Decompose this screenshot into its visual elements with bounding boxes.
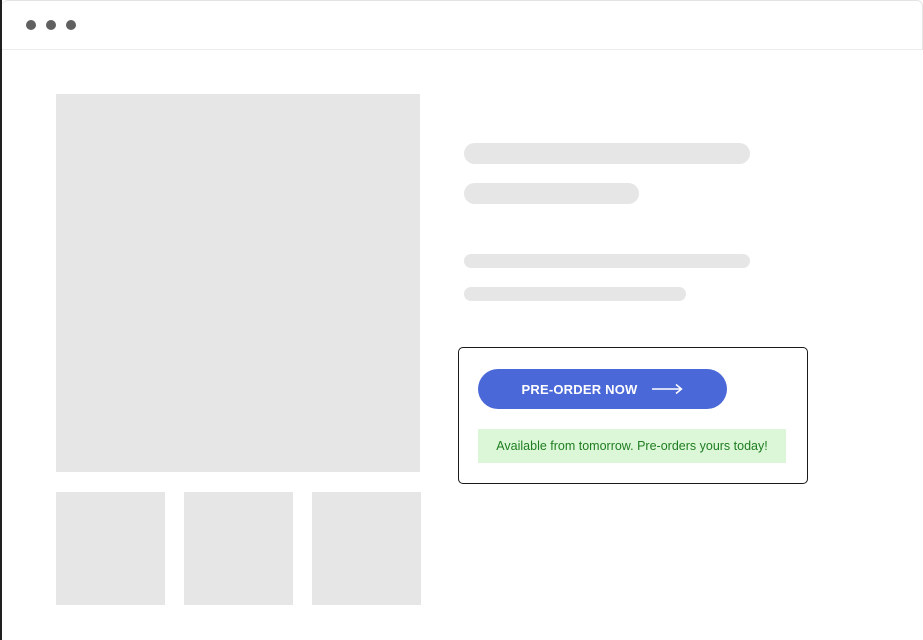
- window-control-dot[interactable]: [26, 20, 36, 30]
- window-control-dot[interactable]: [46, 20, 56, 30]
- browser-window: PRE-ORDER NOW Available from tomorrow. P…: [0, 0, 923, 640]
- window-titlebar: [2, 0, 923, 50]
- product-thumbnail-placeholder[interactable]: [184, 492, 293, 605]
- preorder-button-label: PRE-ORDER NOW: [521, 381, 638, 397]
- description-line-placeholder: [464, 254, 750, 268]
- product-thumbnail-placeholder[interactable]: [56, 492, 165, 605]
- product-thumbnail-placeholder[interactable]: [312, 492, 421, 605]
- window-control-dot[interactable]: [66, 20, 76, 30]
- availability-notice: Available from tomorrow. Pre-orders your…: [478, 429, 786, 463]
- availability-text: Available from tomorrow. Pre-orders your…: [496, 439, 768, 453]
- arrow-right-icon: [651, 383, 684, 395]
- preorder-panel: PRE-ORDER NOW Available from tomorrow. P…: [458, 347, 808, 484]
- product-title-placeholder: [464, 143, 750, 164]
- product-image-placeholder: [56, 94, 420, 472]
- description-line-placeholder: [464, 287, 686, 301]
- preorder-button[interactable]: PRE-ORDER NOW: [478, 369, 727, 409]
- product-subtitle-placeholder: [464, 183, 639, 204]
